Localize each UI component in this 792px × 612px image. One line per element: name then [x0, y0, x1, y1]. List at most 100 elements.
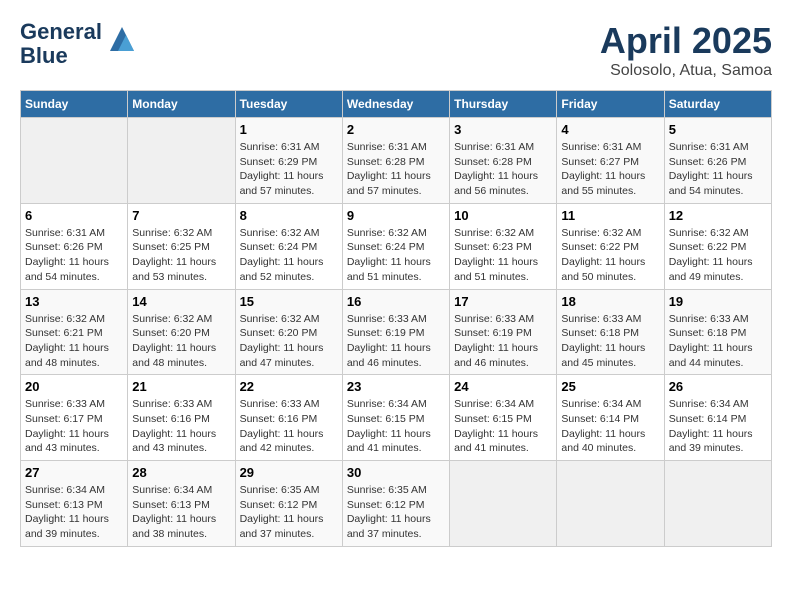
day-number: 29 — [240, 465, 338, 480]
calendar-cell: 18 Sunrise: 6:33 AM Sunset: 6:18 PM Dayli… — [557, 289, 664, 375]
calendar-cell: 23 Sunrise: 6:34 AM Sunset: 6:15 PM Dayli… — [342, 375, 449, 461]
day-number: 4 — [561, 122, 659, 137]
calendar-cell: 4 Sunrise: 6:31 AM Sunset: 6:27 PM Daylig… — [557, 118, 664, 204]
calendar-cell: 5 Sunrise: 6:31 AM Sunset: 6:26 PM Daylig… — [664, 118, 771, 204]
calendar-cell: 11Sunrise: 6:32 AM Sunset: 6:22 PM Dayli… — [557, 203, 664, 289]
day-number: 21 — [132, 379, 230, 394]
calendar-cell: 6Sunrise: 6:31 AM Sunset: 6:26 PM Daylig… — [21, 203, 128, 289]
weekday-header: Wednesday — [342, 91, 449, 118]
day-number: 3 — [454, 122, 552, 137]
day-info: Sunrise: 6:32 AM Sunset: 6:24 PM Dayligh… — [240, 226, 338, 285]
calendar-cell: 17 Sunrise: 6:33 AM Sunset: 6:19 PM Dayli… — [450, 289, 557, 375]
calendar-cell: 7 Sunrise: 6:32 AM Sunset: 6:25 PM Daylig… — [128, 203, 235, 289]
day-info: Sunrise: 6:33 AM Sunset: 6:19 PM Dayligh… — [347, 312, 445, 371]
page-header: GeneralBlue April 2025 Solosolo, Atua, S… — [20, 20, 772, 80]
day-info: Sunrise: 6:32 AM Sunset: 6:22 PM Dayligh… — [561, 226, 659, 285]
day-info: Sunrise: 6:32 AM Sunset: 6:20 PM Dayligh… — [240, 312, 338, 371]
day-number: 22 — [240, 379, 338, 394]
day-info: Sunrise: 6:31 AM Sunset: 6:26 PM Dayligh… — [669, 140, 767, 199]
day-info: Sunrise: 6:33 AM Sunset: 6:16 PM Dayligh… — [240, 397, 338, 456]
day-info: Sunrise: 6:32 AM Sunset: 6:23 PM Dayligh… — [454, 226, 552, 285]
day-info: Sunrise: 6:34 AM Sunset: 6:15 PM Dayligh… — [347, 397, 445, 456]
calendar-week-row: 13 Sunrise: 6:32 AM Sunset: 6:21 PM Dayli… — [21, 289, 772, 375]
calendar-cell: 21Sunrise: 6:33 AM Sunset: 6:16 PM Dayli… — [128, 375, 235, 461]
day-number: 24 — [454, 379, 552, 394]
page-title: April 2025 — [600, 20, 772, 62]
day-info: Sunrise: 6:34 AM Sunset: 6:13 PM Dayligh… — [132, 483, 230, 542]
calendar-header-row: SundayMondayTuesdayWednesdayThursdayFrid… — [21, 91, 772, 118]
calendar-cell: 24Sunrise: 6:34 AM Sunset: 6:15 PM Dayli… — [450, 375, 557, 461]
calendar-cell: 10 Sunrise: 6:32 AM Sunset: 6:23 PM Dayli… — [450, 203, 557, 289]
calendar-cell: 13 Sunrise: 6:32 AM Sunset: 6:21 PM Dayli… — [21, 289, 128, 375]
day-info: Sunrise: 6:32 AM Sunset: 6:21 PM Dayligh… — [25, 312, 123, 371]
day-info: Sunrise: 6:33 AM Sunset: 6:17 PM Dayligh… — [25, 397, 123, 456]
day-number: 16 — [347, 294, 445, 309]
calendar-cell: 19Sunrise: 6:33 AM Sunset: 6:18 PM Dayli… — [664, 289, 771, 375]
calendar-cell — [664, 461, 771, 547]
calendar-cell — [128, 118, 235, 204]
calendar-cell: 2 Sunrise: 6:31 AM Sunset: 6:28 PM Daylig… — [342, 118, 449, 204]
weekday-header: Saturday — [664, 91, 771, 118]
weekday-header: Monday — [128, 91, 235, 118]
calendar-cell: 9Sunrise: 6:32 AM Sunset: 6:24 PM Daylig… — [342, 203, 449, 289]
calendar-cell: 3 Sunrise: 6:31 AM Sunset: 6:28 PM Daylig… — [450, 118, 557, 204]
day-info: Sunrise: 6:31 AM Sunset: 6:28 PM Dayligh… — [347, 140, 445, 199]
calendar-cell — [21, 118, 128, 204]
calendar-cell: 22 Sunrise: 6:33 AM Sunset: 6:16 PM Dayli… — [235, 375, 342, 461]
day-number: 20 — [25, 379, 123, 394]
day-number: 2 — [347, 122, 445, 137]
day-info: Sunrise: 6:32 AM Sunset: 6:25 PM Dayligh… — [132, 226, 230, 285]
day-number: 15 — [240, 294, 338, 309]
day-info: Sunrise: 6:35 AM Sunset: 6:12 PM Dayligh… — [347, 483, 445, 542]
day-info: Sunrise: 6:32 AM Sunset: 6:24 PM Dayligh… — [347, 226, 445, 285]
weekday-header: Tuesday — [235, 91, 342, 118]
calendar-week-row: 6Sunrise: 6:31 AM Sunset: 6:26 PM Daylig… — [21, 203, 772, 289]
day-number: 17 — [454, 294, 552, 309]
calendar-week-row: 1 Sunrise: 6:31 AM Sunset: 6:29 PM Daylig… — [21, 118, 772, 204]
day-number: 27 — [25, 465, 123, 480]
calendar-cell — [557, 461, 664, 547]
day-info: Sunrise: 6:31 AM Sunset: 6:27 PM Dayligh… — [561, 140, 659, 199]
day-number: 12 — [669, 208, 767, 223]
day-info: Sunrise: 6:32 AM Sunset: 6:22 PM Dayligh… — [669, 226, 767, 285]
day-number: 23 — [347, 379, 445, 394]
day-number: 18 — [561, 294, 659, 309]
day-info: Sunrise: 6:34 AM Sunset: 6:14 PM Dayligh… — [561, 397, 659, 456]
calendar-cell — [450, 461, 557, 547]
day-number: 19 — [669, 294, 767, 309]
page-subtitle: Solosolo, Atua, Samoa — [600, 62, 772, 80]
calendar-cell: 27Sunrise: 6:34 AM Sunset: 6:13 PM Dayli… — [21, 461, 128, 547]
weekday-header: Sunday — [21, 91, 128, 118]
calendar-cell: 15 Sunrise: 6:32 AM Sunset: 6:20 PM Dayli… — [235, 289, 342, 375]
calendar-cell: 20 Sunrise: 6:33 AM Sunset: 6:17 PM Dayli… — [21, 375, 128, 461]
logo-text: GeneralBlue — [20, 20, 102, 68]
day-number: 10 — [454, 208, 552, 223]
calendar-cell: 1 Sunrise: 6:31 AM Sunset: 6:29 PM Daylig… — [235, 118, 342, 204]
day-info: Sunrise: 6:31 AM Sunset: 6:28 PM Dayligh… — [454, 140, 552, 199]
calendar-cell: 16 Sunrise: 6:33 AM Sunset: 6:19 PM Dayli… — [342, 289, 449, 375]
calendar-cell: 28Sunrise: 6:34 AM Sunset: 6:13 PM Dayli… — [128, 461, 235, 547]
weekday-header: Thursday — [450, 91, 557, 118]
calendar-cell: 26Sunrise: 6:34 AM Sunset: 6:14 PM Dayli… — [664, 375, 771, 461]
calendar-cell: 14 Sunrise: 6:32 AM Sunset: 6:20 PM Dayli… — [128, 289, 235, 375]
day-number: 7 — [132, 208, 230, 223]
day-info: Sunrise: 6:33 AM Sunset: 6:18 PM Dayligh… — [561, 312, 659, 371]
day-number: 30 — [347, 465, 445, 480]
calendar-week-row: 20 Sunrise: 6:33 AM Sunset: 6:17 PM Dayli… — [21, 375, 772, 461]
day-info: Sunrise: 6:34 AM Sunset: 6:14 PM Dayligh… — [669, 397, 767, 456]
logo: GeneralBlue — [20, 20, 138, 68]
day-number: 5 — [669, 122, 767, 137]
day-number: 1 — [240, 122, 338, 137]
title-block: April 2025 Solosolo, Atua, Samoa — [600, 20, 772, 80]
logo-icon — [106, 23, 138, 55]
calendar-cell: 12 Sunrise: 6:32 AM Sunset: 6:22 PM Dayli… — [664, 203, 771, 289]
calendar-cell: 8Sunrise: 6:32 AM Sunset: 6:24 PM Daylig… — [235, 203, 342, 289]
day-info: Sunrise: 6:32 AM Sunset: 6:20 PM Dayligh… — [132, 312, 230, 371]
day-number: 6 — [25, 208, 123, 223]
day-number: 13 — [25, 294, 123, 309]
calendar-week-row: 27 Sunrise: 6:34 AM Sunset: 6:13 PM Dayli… — [21, 461, 772, 547]
day-info: Sunrise: 6:31 AM Sunset: 6:29 PM Dayligh… — [240, 140, 338, 199]
day-info: Sunrise: 6:33 AM Sunset: 6:19 PM Dayligh… — [454, 312, 552, 371]
day-info: Sunrise: 6:35 AM Sunset: 6:12 PM Dayligh… — [240, 483, 338, 542]
day-number: 14 — [132, 294, 230, 309]
